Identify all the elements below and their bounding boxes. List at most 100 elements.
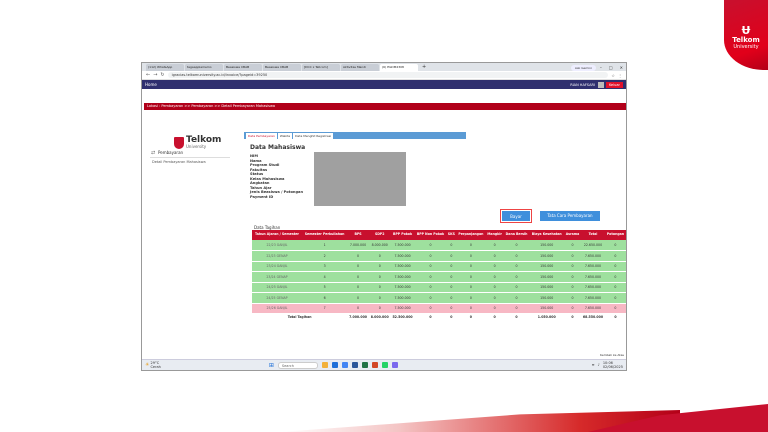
- table-cell: 0: [456, 292, 486, 304]
- browser-tab[interactable]: (112) WhatsApp: [146, 64, 184, 71]
- table-cell: 7.500.000: [390, 261, 415, 272]
- home-link[interactable]: Home: [145, 82, 157, 87]
- table-cell: 5: [301, 282, 348, 293]
- table-cell: 0: [456, 240, 486, 251]
- menu-icon[interactable]: ⋮: [618, 73, 622, 78]
- site-header: Home RIAN HAFSARI Keluar: [142, 80, 626, 89]
- word-icon[interactable]: [351, 362, 358, 368]
- avatar[interactable]: [597, 81, 604, 88]
- bayar-button[interactable]: Bayar: [502, 211, 530, 221]
- table-cell: 0: [456, 303, 486, 314]
- table-cell: 7.500.000: [390, 282, 415, 293]
- table-cell: 0: [414, 292, 447, 304]
- tab-wakita[interactable]: Wakita: [277, 133, 293, 139]
- table-cell: 0: [414, 250, 447, 262]
- table-cell: 24/25 GANJIL: [252, 282, 302, 293]
- forward-icon[interactable]: →: [153, 72, 157, 78]
- browser-tab-active[interactable]: (6) EGDM2308: [380, 64, 418, 71]
- table-cell: 0: [625, 271, 626, 283]
- redacted-student-info: [314, 152, 406, 206]
- browser-tab[interactable]: Beasiswa CBAB: [224, 64, 262, 71]
- table-cell: 150.000: [529, 261, 565, 272]
- payment-icon: ⇄: [151, 150, 156, 156]
- table-cell: 0: [368, 282, 391, 293]
- logout-button[interactable]: Keluar: [605, 81, 623, 88]
- back-icon[interactable]: ←: [146, 72, 150, 78]
- total-cell: 0: [456, 313, 486, 321]
- browser-tab-bar: (112) WhatsApp tagaapplamemo Beasiswa CB…: [142, 63, 626, 71]
- chrome-icon[interactable]: [341, 362, 348, 368]
- table-cell: 7.650.000: [580, 292, 606, 304]
- table-cell: 0: [564, 240, 581, 251]
- table-cell: 7.500.000: [390, 271, 415, 283]
- excel-icon[interactable]: [361, 362, 368, 368]
- browser-tab[interactable]: Aktivitas Mandi: [341, 64, 379, 71]
- student-fields: NIM Nama Program Studi Fakultas Status K…: [250, 154, 303, 199]
- sidebar-item-label: Pembayaran: [158, 150, 184, 155]
- whatsapp-icon[interactable]: [381, 362, 388, 368]
- close-icon[interactable]: ✕: [617, 64, 626, 71]
- bookmark-star-icon[interactable]: ☆: [611, 73, 615, 78]
- column-header: Beasiswa: [625, 230, 626, 240]
- total-cell: 0: [503, 313, 530, 321]
- table-cell: 7.500.000: [390, 292, 415, 304]
- taskbar-search[interactable]: Search: [277, 361, 318, 369]
- tab-data-pembayaran[interactable]: Data Pembayaran: [246, 133, 277, 139]
- minimize-icon[interactable]: –: [597, 64, 605, 71]
- screenshot-window: (112) WhatsApp tagaapplamemo Beasiswa CB…: [141, 62, 627, 371]
- table-cell: 0: [625, 303, 626, 314]
- table-cell: 0: [347, 292, 369, 304]
- tata-cara-button[interactable]: Tata Cara Pembayaran: [540, 211, 600, 221]
- back-to-top-link[interactable]: Kembali ke Atas: [600, 353, 624, 357]
- new-tab-button[interactable]: +: [419, 64, 429, 71]
- column-header: Dana Bersih: [503, 230, 530, 240]
- file-explorer-icon[interactable]: [321, 362, 328, 368]
- column-header: Total: [580, 230, 606, 240]
- table-cell: 0: [446, 261, 457, 272]
- table-cell: 0: [564, 292, 581, 304]
- edge-icon[interactable]: [331, 362, 338, 368]
- table-cell: 23/24 GANJIL: [252, 261, 302, 272]
- table-cell: 0: [347, 250, 369, 262]
- field-label: Payment ID: [250, 194, 274, 199]
- maximize-icon[interactable]: □: [606, 64, 616, 71]
- reload-icon[interactable]: ↻: [160, 72, 164, 78]
- tab-data-menghit-registrasi[interactable]: Data Menghit Registrasi: [293, 133, 334, 139]
- browser-tab[interactable]: tagaapplamemo: [185, 64, 223, 71]
- table-cell: 0: [485, 240, 504, 251]
- wifi-icon[interactable]: ≋: [592, 363, 595, 367]
- table-cell: 0: [446, 282, 457, 293]
- app-icon[interactable]: [391, 362, 398, 368]
- table-cell: 0: [503, 292, 530, 304]
- total-cell: 0: [564, 313, 581, 321]
- table-cell: 0: [503, 271, 530, 283]
- address-bar: ← → ↻ igracias.telkomuniversity.ac.id/in…: [142, 71, 626, 80]
- column-header: Asrama: [564, 230, 581, 240]
- breadcrumb: Lokasi : Pembayaran >> Pembayaran >> Det…: [144, 103, 626, 110]
- sidebar-subitem-detail[interactable]: Detail Pembayaran Mahasiswa: [150, 158, 230, 167]
- table-cell: 0: [564, 250, 581, 262]
- table-cell: 7.650.000: [580, 303, 606, 314]
- table-cell: 0: [503, 282, 530, 293]
- table-cell: 150.000: [529, 292, 565, 304]
- url-input[interactable]: igracias.telkomuniversity.ac.id/invoice/…: [167, 72, 609, 78]
- volume-icon[interactable]: ♪: [598, 363, 600, 367]
- windows-start-icon[interactable]: ⊞: [269, 362, 274, 369]
- table-row: 23/24 GENAP 4 0 0 7.500.000 0 0 0 0 0 150.000 0 7.65…: [252, 271, 626, 283]
- browser-tab[interactable]: Beasiswa CBAB: [263, 64, 301, 71]
- table-cell: 0: [485, 271, 504, 283]
- taskbar: ☀ 29°C Cerah ⊞ Search ≋ ♪ 10:06 02/06/20…: [142, 359, 626, 370]
- sidebar-item-pembayaran[interactable]: ⇄ Pembayaran: [150, 148, 230, 158]
- column-header: Perpanjangan: [456, 230, 486, 240]
- table-cell: 0: [625, 292, 626, 304]
- browser-tab[interactable]: [DCC x Tellcom]: [302, 64, 340, 71]
- logo-name: Telkom: [186, 135, 222, 145]
- table-cell: 0: [605, 261, 626, 272]
- powerpoint-icon[interactable]: [371, 362, 378, 368]
- table-row: 22/23 GANJIL 1 7.000.000 8.000.000 7.500.000…: [252, 240, 626, 251]
- table-cell: 0: [456, 261, 486, 272]
- weather-widget[interactable]: ☀ 29°C Cerah: [145, 361, 161, 369]
- table-cell: 0: [485, 292, 504, 304]
- column-header: BPS: [347, 230, 369, 240]
- table-cell: 22/23 GANJIL: [252, 240, 302, 251]
